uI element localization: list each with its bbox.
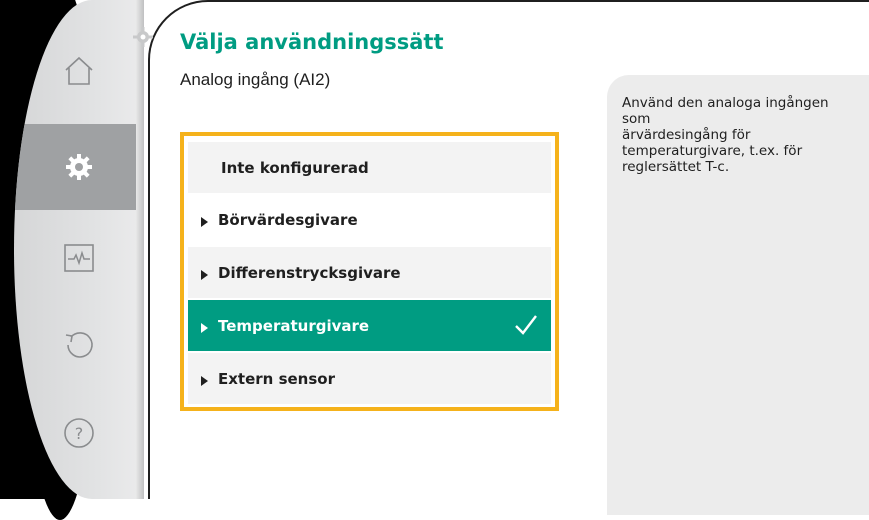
nav-item-settings[interactable] — [14, 124, 144, 210]
option-extern-sensor[interactable]: Extern sensor — [188, 353, 551, 404]
option-temperaturgivare[interactable]: Temperaturgivare — [188, 300, 551, 351]
home-icon — [65, 56, 93, 85]
checkmark-icon — [515, 315, 537, 335]
options-list: Inte konfigurerad Börvärdesgivare Differ… — [180, 132, 559, 411]
option-borvardesgivare[interactable]: Börvärdesgivare — [188, 194, 551, 245]
undo-icon — [65, 332, 93, 358]
info-text: Använd den analoga ingången som ärvärdes… — [622, 95, 829, 175]
nav-item-undo[interactable] — [14, 300, 144, 386]
arrow-right-icon — [201, 375, 208, 386]
arrow-right-icon — [201, 269, 208, 280]
svg-text:?: ? — [75, 424, 84, 443]
help-icon: ? — [64, 418, 94, 448]
nav-item-home[interactable] — [14, 28, 144, 114]
option-inte-konfigurerad[interactable]: Inte konfigurerad — [188, 142, 551, 193]
option-label: Börvärdesgivare — [218, 210, 358, 229]
gear-icon — [66, 154, 92, 180]
option-label: Inte konfigurerad — [221, 158, 369, 177]
gear-small-icon — [133, 27, 153, 47]
option-differenstrycksgivare[interactable]: Differenstrycksgivare — [188, 247, 551, 298]
nav-item-diagnostics[interactable] — [14, 215, 144, 301]
option-label: Temperaturgivare — [218, 316, 370, 335]
pulse-monitor-icon — [64, 244, 94, 272]
option-label: Differenstrycksgivare — [218, 263, 401, 282]
arrow-right-icon — [201, 216, 208, 227]
nav-item-help[interactable]: ? — [14, 390, 144, 476]
nav-rail: ? — [14, 0, 144, 499]
rail-edge — [136, 0, 144, 499]
page-title: Välja användningssätt — [180, 30, 444, 54]
page-subtitle: Analog ingång (AI2) — [180, 70, 331, 89]
option-label: Extern sensor — [218, 369, 335, 388]
arrow-right-icon — [201, 322, 208, 333]
